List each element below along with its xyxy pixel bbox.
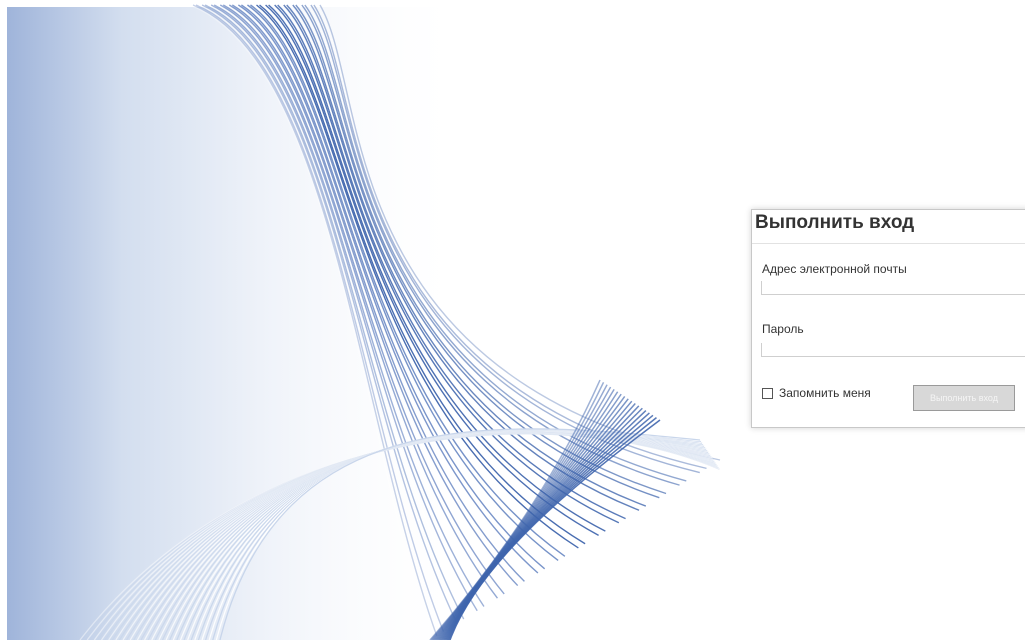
remember-me-label: Запомнить меня	[779, 386, 871, 400]
login-panel: Выполнить вход Адрес электронной почты П…	[751, 209, 1025, 428]
remember-me-row[interactable]: Запомнить меня	[762, 386, 871, 400]
login-page: Выполнить вход Адрес электронной почты П…	[0, 0, 1025, 640]
email-label: Адрес электронной почты	[762, 262, 907, 276]
wave-background-art	[7, 4, 721, 640]
login-button[interactable]: Выполнить вход	[913, 385, 1015, 411]
password-input[interactable]	[761, 343, 1025, 357]
email-input[interactable]	[761, 281, 1025, 295]
login-title: Выполнить вход	[755, 212, 915, 233]
remember-me-checkbox[interactable]	[762, 387, 773, 399]
password-label: Пароль	[762, 322, 804, 336]
title-divider	[752, 243, 1025, 244]
